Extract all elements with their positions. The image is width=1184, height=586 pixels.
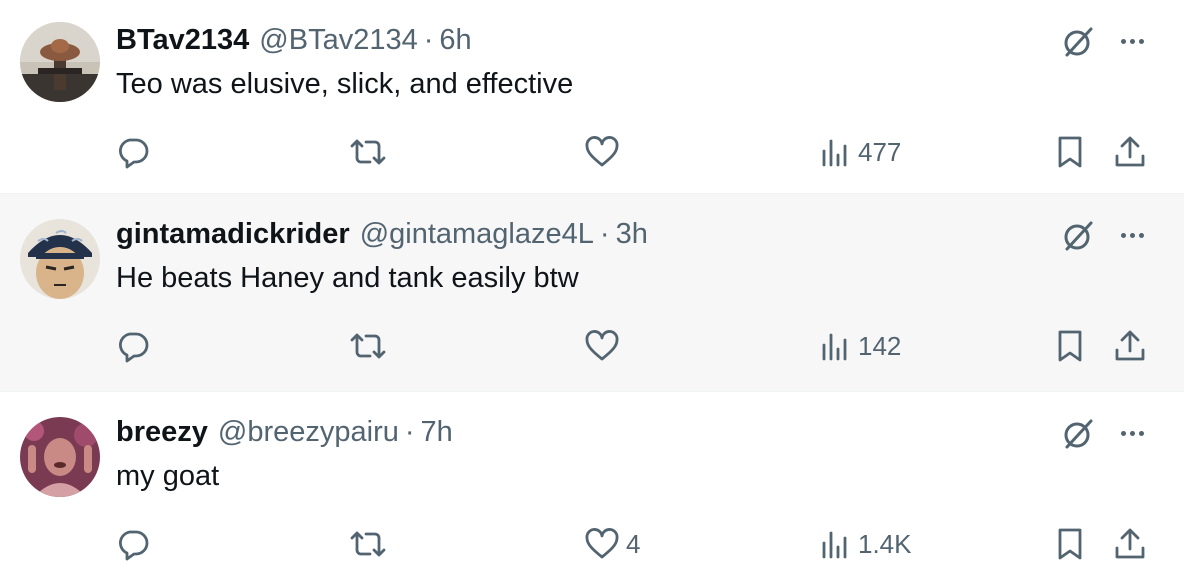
separator: ·	[404, 416, 415, 448]
reply-button[interactable]	[116, 324, 150, 368]
bookmark-icon	[1058, 528, 1082, 560]
tweet-header: gintamadickrider @gintamaglaze4L · 3h	[116, 218, 648, 254]
more-icon[interactable]	[1114, 26, 1150, 56]
action-bar: 477	[0, 130, 1184, 174]
share-button[interactable]	[1112, 130, 1148, 174]
like-button[interactable]	[584, 130, 626, 174]
reply-icon	[118, 530, 149, 561]
grok-icon[interactable]	[1060, 218, 1096, 254]
bookmark-icon	[1058, 136, 1082, 168]
retweet-button[interactable]	[348, 130, 388, 174]
bookmark-button[interactable]	[1054, 130, 1086, 174]
share-button[interactable]	[1112, 324, 1148, 368]
views-icon	[822, 531, 847, 559]
views-icon	[822, 139, 847, 167]
more-icon[interactable]	[1114, 220, 1150, 250]
view-count: 1.4K	[858, 528, 912, 559]
view-count: 477	[858, 136, 902, 167]
timestamp[interactable]: 6h	[439, 24, 471, 57]
like-icon	[585, 330, 619, 361]
retweet-icon	[350, 139, 386, 165]
like-icon	[585, 528, 619, 559]
action-bar: 142	[0, 324, 1184, 368]
tweet-text: He beats Haney and tank easily btw	[116, 262, 579, 294]
views-button[interactable]: 142	[818, 324, 901, 368]
grok-icon[interactable]	[1060, 24, 1096, 60]
like-button[interactable]: 4	[584, 522, 640, 566]
retweet-button[interactable]	[348, 324, 388, 368]
retweet-button[interactable]	[348, 522, 388, 566]
views-icon	[822, 333, 847, 361]
reply-icon	[118, 138, 149, 169]
grok-icon[interactable]	[1060, 416, 1096, 452]
display-name[interactable]: gintamadickrider	[116, 218, 350, 251]
retweet-icon	[350, 531, 386, 557]
separator: ·	[599, 218, 610, 250]
reply-button[interactable]	[116, 522, 150, 566]
tweet-header: BTav2134 @BTav2134 · 6h	[116, 24, 472, 60]
tweet-header: breezy @breezypairu · 7h	[116, 416, 453, 452]
user-handle[interactable]: @breezypairu	[218, 416, 399, 449]
bookmark-icon	[1058, 330, 1082, 362]
tweet[interactable]: breezy @breezypairu · 7h my goat 4 1.4K	[0, 392, 1184, 586]
retweet-icon	[350, 333, 386, 359]
more-icon[interactable]	[1114, 418, 1150, 448]
bookmark-button[interactable]	[1054, 324, 1086, 368]
views-button[interactable]: 477	[818, 130, 901, 174]
timestamp[interactable]: 3h	[616, 218, 648, 251]
avatar[interactable]	[20, 417, 100, 497]
avatar[interactable]	[20, 22, 100, 102]
separator: ·	[423, 24, 434, 56]
share-icon	[1115, 528, 1145, 559]
display-name[interactable]: breezy	[116, 416, 208, 449]
timestamp[interactable]: 7h	[421, 416, 453, 449]
share-icon	[1115, 330, 1145, 361]
action-bar: 4 1.4K	[0, 522, 1184, 566]
tweet-text: Teo was elusive, slick, and effective	[116, 68, 574, 100]
views-button[interactable]: 1.4K	[818, 522, 912, 566]
user-handle[interactable]: @gintamaglaze4L	[360, 218, 594, 251]
bookmark-button[interactable]	[1054, 522, 1086, 566]
like-button[interactable]	[584, 324, 626, 368]
like-count: 4	[626, 528, 641, 559]
like-icon	[585, 136, 619, 167]
share-icon	[1115, 136, 1145, 167]
display-name[interactable]: BTav2134	[116, 24, 249, 57]
user-handle[interactable]: @BTav2134	[259, 24, 417, 57]
tweet[interactable]: BTav2134 @BTav2134 · 6h Teo was elusive,…	[0, 0, 1184, 194]
share-button[interactable]	[1112, 522, 1148, 566]
reply-icon	[118, 332, 149, 363]
avatar[interactable]	[20, 219, 100, 299]
reply-button[interactable]	[116, 130, 150, 174]
tweet-text: my goat	[116, 460, 220, 492]
view-count: 142	[858, 330, 902, 361]
tweet[interactable]: gintamadickrider @gintamaglaze4L · 3h He…	[0, 194, 1184, 392]
